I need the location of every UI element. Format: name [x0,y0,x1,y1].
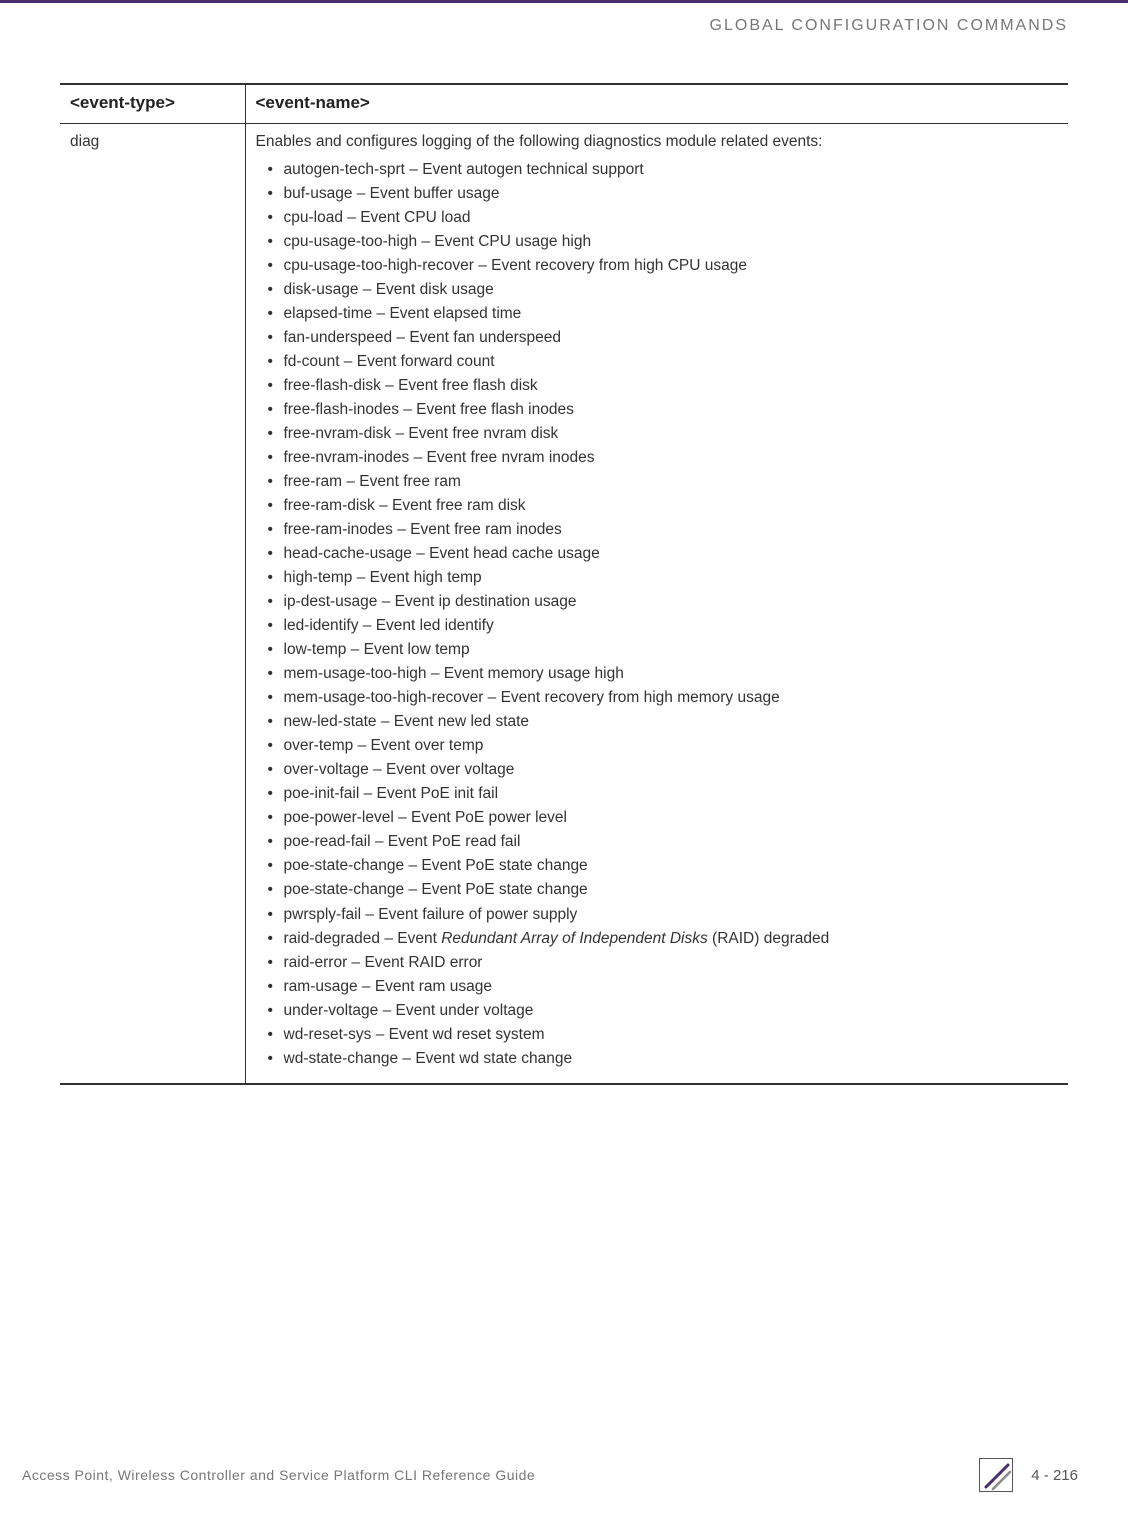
list-item: low-temp – Event low temp [270,638,1059,662]
list-item: ram-usage – Event ram usage [270,975,1059,999]
list-item: poe-read-fail – Event PoE read fail [270,830,1059,854]
list-item: wd-reset-sys – Event wd reset system [270,1023,1059,1047]
list-item: free-flash-inodes – Event free flash ino… [270,398,1059,422]
list-item: cpu-usage-too-high-recover – Event recov… [270,254,1059,278]
list-item: disk-usage – Event disk usage [270,278,1059,302]
list-item: free-ram-disk – Event free ram disk [270,494,1059,518]
page-footer: Access Point, Wireless Controller and Se… [22,1458,1078,1492]
list-item: poe-init-fail – Event PoE init fail [270,782,1059,806]
list-item: poe-state-change – Event PoE state chang… [270,854,1059,878]
list-item: fan-underspeed – Event fan underspeed [270,326,1059,350]
list-item: cpu-load – Event CPU load [270,206,1059,230]
list-item: elapsed-time – Event elapsed time [270,302,1059,326]
table-row: diag Enables and configures logging of t… [60,124,1068,1084]
list-item: head-cache-usage – Event head cache usag… [270,542,1059,566]
event-list: autogen-tech-sprt – Event autogen techni… [256,158,1059,1071]
list-item: buf-usage – Event buffer usage [270,182,1059,206]
list-item: new-led-state – Event new led state [270,710,1059,734]
footer-logo-icon [979,1458,1013,1492]
raid-italic: Redundant Array of Independent Disks [441,930,708,947]
list-item-raid: raid-degraded – Event Redundant Array of… [270,927,1059,951]
list-item: fd-count – Event forward count [270,350,1059,374]
main-content: <event-type> <event-name> diag Enables a… [60,83,1068,1085]
list-item: mem-usage-too-high-recover – Event recov… [270,686,1059,710]
raid-suffix: (RAID) degraded [708,930,829,947]
list-item: over-temp – Event over temp [270,734,1059,758]
list-item: over-voltage – Event over voltage [270,758,1059,782]
col-header-event-type: <event-type> [60,84,245,124]
list-item: free-nvram-inodes – Event free nvram ino… [270,446,1059,470]
list-item: under-voltage – Event under voltage [270,999,1059,1023]
list-item: ip-dest-usage – Event ip destination usa… [270,590,1059,614]
footer-right: 4 - 216 [979,1458,1078,1492]
col-header-event-name: <event-name> [245,84,1068,124]
cell-event-type: diag [60,124,245,1084]
list-item: led-identify – Event led identify [270,614,1059,638]
page-header-title: GLOBAL CONFIGURATION COMMANDS [710,17,1068,35]
list-item: free-ram – Event free ram [270,470,1059,494]
cell-event-name: Enables and configures logging of the fo… [245,124,1068,1084]
event-table: <event-type> <event-name> diag Enables a… [60,83,1068,1085]
list-item: autogen-tech-sprt – Event autogen techni… [270,158,1059,182]
list-item: poe-state-change – Event PoE state chang… [270,878,1059,902]
list-item: free-flash-disk – Event free flash disk [270,374,1059,398]
list-item: poe-power-level – Event PoE power level [270,806,1059,830]
page-number: 4 - 216 [1031,1467,1078,1484]
footer-text: Access Point, Wireless Controller and Se… [22,1467,535,1483]
list-item: free-nvram-disk – Event free nvram disk [270,422,1059,446]
intro-text: Enables and configures logging of the fo… [256,130,1059,154]
list-item: high-temp – Event high temp [270,566,1059,590]
list-item: raid-error – Event RAID error [270,951,1059,975]
list-item: free-ram-inodes – Event free ram inodes [270,518,1059,542]
list-item: mem-usage-too-high – Event memory usage … [270,662,1059,686]
raid-prefix: raid-degraded – Event [284,930,442,947]
list-item: pwrsply-fail – Event failure of power su… [270,903,1059,927]
list-item: cpu-usage-too-high – Event CPU usage hig… [270,230,1059,254]
list-item: wd-state-change – Event wd state change [270,1047,1059,1071]
